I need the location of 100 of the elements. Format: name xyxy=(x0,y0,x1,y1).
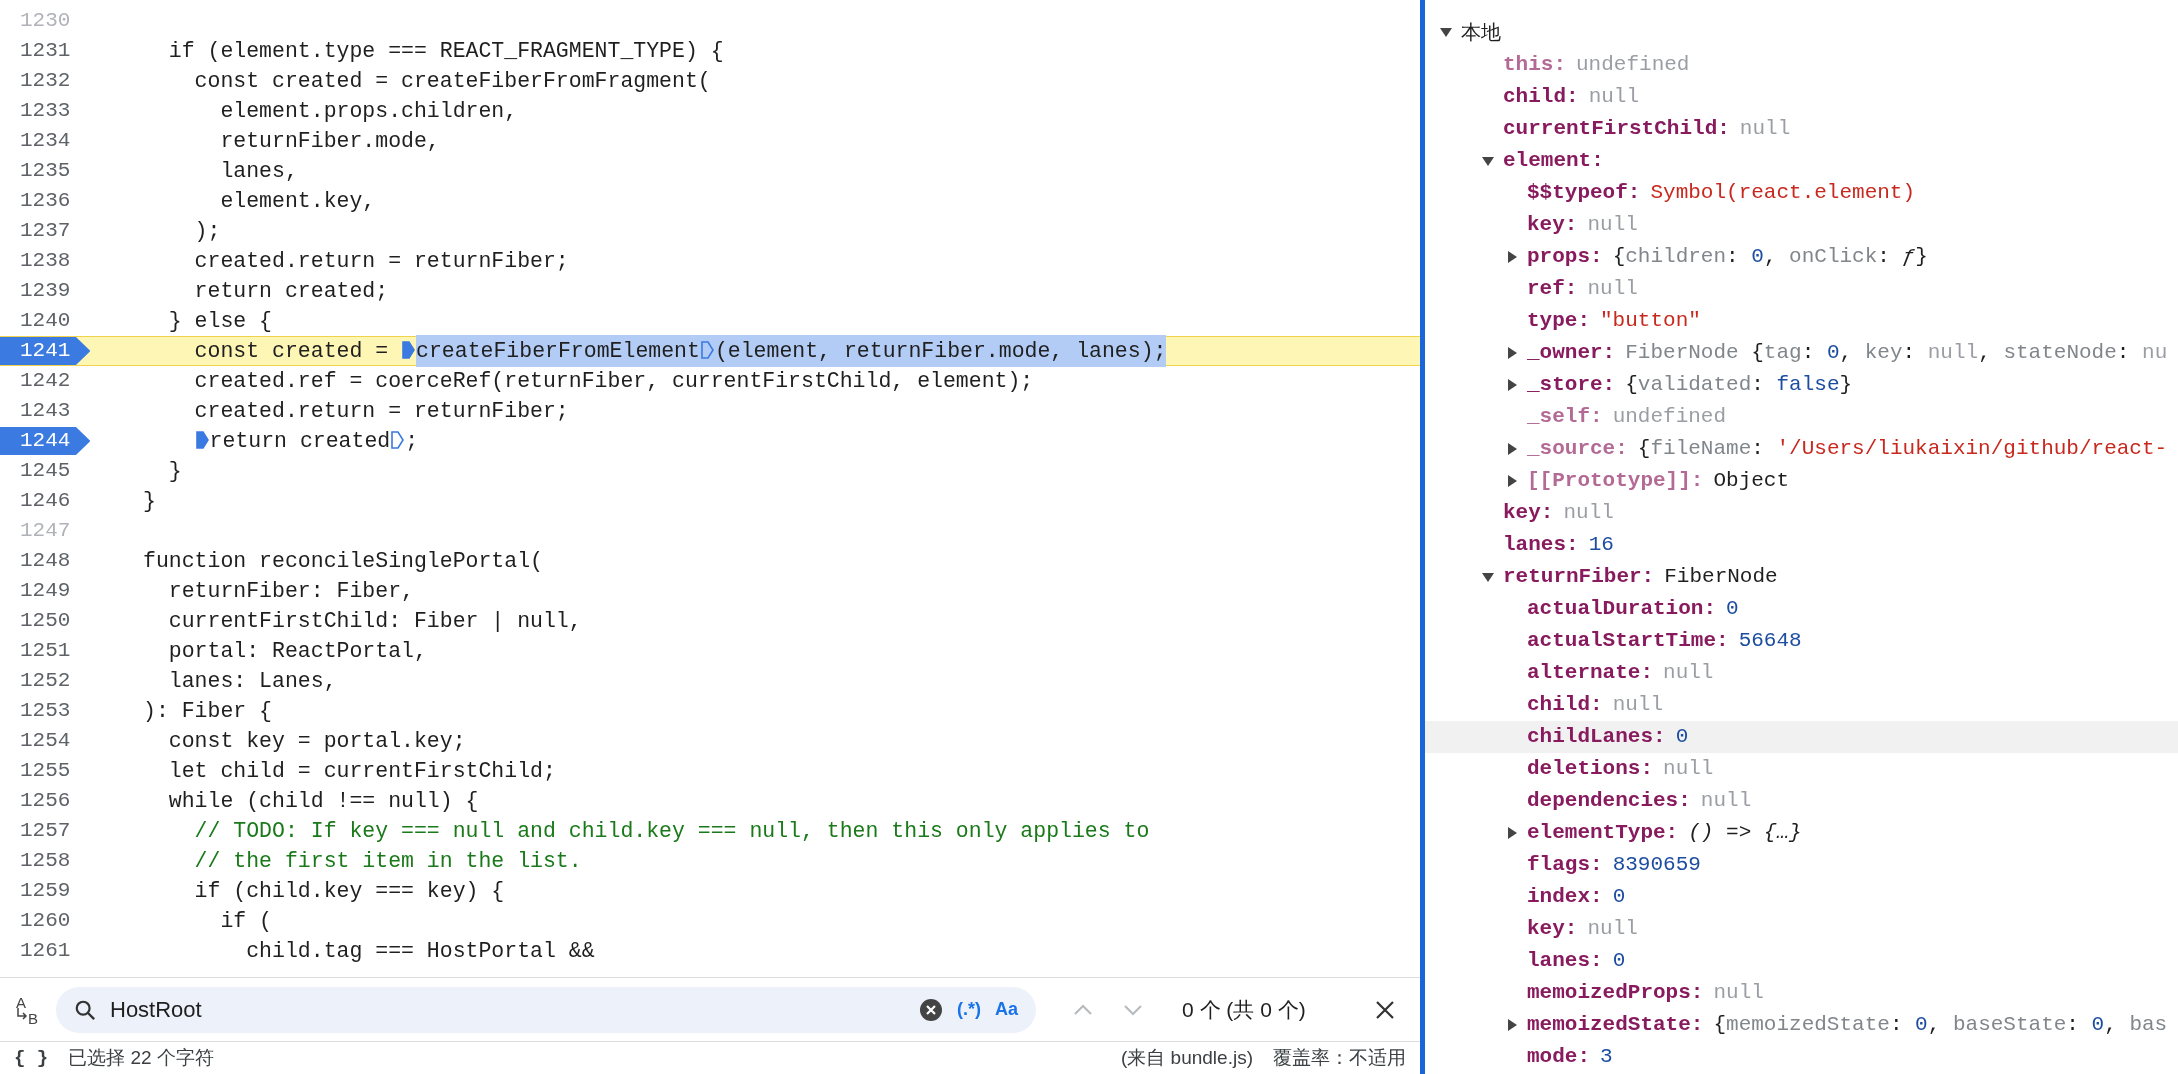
search-field[interactable]: HostRoot (.*) Aa xyxy=(56,986,1036,1033)
property-name: $$typeof: xyxy=(1527,180,1641,207)
scope-title[interactable]: 本地 xyxy=(1461,17,1501,47)
collapsed-triangle-icon[interactable] xyxy=(1505,826,1519,840)
property-name: element: xyxy=(1503,148,1604,175)
property-value: null xyxy=(1713,980,1764,1007)
collapsed-triangle-icon[interactable] xyxy=(1505,1018,1519,1032)
line-number: 1255 xyxy=(19,758,71,785)
line-number: 1254 xyxy=(19,728,71,755)
line-number: 1257 xyxy=(19,818,71,845)
line-number: 1248 xyxy=(19,548,71,575)
line-number: 1259 xyxy=(19,878,71,905)
property-name: key: xyxy=(1527,212,1578,239)
match-count: 0 个 (共 0 个) xyxy=(1182,996,1306,1023)
property-name: lanes: xyxy=(1527,948,1603,975)
clear-icon[interactable] xyxy=(919,997,943,1022)
selection-info: 已选择 22 个字符 xyxy=(68,1045,214,1070)
line-number: 1234 xyxy=(19,128,71,155)
breakpoint-line-number[interactable]: 1241 xyxy=(0,337,91,365)
property-name: _owner: xyxy=(1527,340,1616,367)
breakpoint-line-number[interactable]: 1244 xyxy=(0,427,91,455)
line-number: 1256 xyxy=(19,788,71,815)
property-value: 16 xyxy=(1588,532,1614,559)
expanded-triangle-icon[interactable] xyxy=(1481,570,1495,584)
property-name: deletions: xyxy=(1527,756,1654,783)
property-value: {children: 0, onClick: ƒ} xyxy=(1612,244,1928,271)
line-number: 1235 xyxy=(19,158,71,185)
property-value: Symbol(react.element) xyxy=(1650,180,1916,207)
property-name: type: xyxy=(1527,308,1590,335)
code-text: if (child.key === key) { xyxy=(193,877,505,905)
collapsed-triangle-icon[interactable] xyxy=(1505,346,1519,360)
property-name: _source: xyxy=(1527,436,1628,463)
code-text: createFiberFromElement xyxy=(416,334,700,368)
property-value: null xyxy=(1587,212,1638,239)
collapsed-triangle-icon[interactable] xyxy=(1505,250,1519,264)
code-text: } xyxy=(143,487,156,515)
line-number: 1238 xyxy=(19,248,71,275)
expanded-triangle-icon[interactable] xyxy=(1481,154,1495,168)
property-name: actualDuration: xyxy=(1527,596,1717,623)
property-name: props: xyxy=(1527,244,1603,271)
breakpoint-marker-icon[interactable] xyxy=(700,339,714,360)
property-value: null xyxy=(1663,660,1714,687)
property-name: child: xyxy=(1527,692,1603,719)
pretty-print-button[interactable]: { } xyxy=(14,1043,49,1073)
breakpoint-marker-icon[interactable] xyxy=(391,429,405,450)
property-value: null xyxy=(1700,788,1752,815)
property-name: this: xyxy=(1503,52,1566,79)
line-number: 1231 xyxy=(19,38,71,65)
line-number: 1239 xyxy=(19,278,71,305)
property-name: mode: xyxy=(1527,1044,1590,1071)
line-number: 1253 xyxy=(19,698,71,725)
code-text: created.return = returnFiber; xyxy=(193,247,569,275)
code-text: returnFiber.mode, xyxy=(219,127,440,155)
code-text: returnFiber: Fiber, xyxy=(167,577,414,605)
property-name: actualStartTime: xyxy=(1527,628,1729,655)
code-text: const created = xyxy=(193,337,390,365)
code-text: created.return = returnFiber; xyxy=(193,397,569,425)
property-name: dependencies: xyxy=(1527,788,1691,815)
code-text: return created xyxy=(209,427,391,455)
expanded-triangle-icon[interactable] xyxy=(1439,25,1453,39)
property-name: _store: xyxy=(1527,372,1616,399)
property-value: 0 xyxy=(1612,884,1626,911)
code-text: child.tag === HostPortal && xyxy=(245,937,595,965)
line-number: 1237 xyxy=(19,218,71,245)
match-case-toggle[interactable]: Aa xyxy=(995,996,1018,1023)
code-text: currentFirstChild: Fiber | null, xyxy=(167,607,582,635)
line-number: 1249 xyxy=(19,578,71,605)
breakpoint-marker-icon[interactable] xyxy=(195,429,209,450)
property-value: null xyxy=(1612,692,1664,719)
property-name: _self: xyxy=(1527,404,1603,431)
collapsed-triangle-icon[interactable] xyxy=(1505,474,1519,488)
property-name: key: xyxy=(1503,500,1554,527)
line-number: 1250 xyxy=(19,608,71,635)
property-value: 3 xyxy=(1600,1044,1613,1071)
property-name: returnFiber: xyxy=(1503,564,1655,591)
regex-toggle[interactable]: (.*) xyxy=(957,996,981,1023)
code-text: function reconcileSinglePortal( xyxy=(143,547,543,575)
property-name: key: xyxy=(1527,916,1578,943)
code-text: created.ref = coerceRef(returnFiber, currentFirstChild, element); xyxy=(193,367,1034,395)
code-text: if ( xyxy=(219,907,273,935)
property-name: elementType: xyxy=(1527,820,1679,847)
collapsed-triangle-icon[interactable] xyxy=(1505,442,1519,456)
property-value: Object xyxy=(1713,468,1790,495)
property-name: ref: xyxy=(1527,276,1578,303)
line-number: 1240 xyxy=(19,308,71,335)
property-name: lanes: xyxy=(1503,532,1579,559)
property-value: FiberNode xyxy=(1664,564,1778,591)
property-name: memoizedProps: xyxy=(1527,980,1704,1007)
code-text: const key = portal.key; xyxy=(167,727,466,755)
property-value: {fileName: '/Users/liukaixin/github/react- xyxy=(1637,436,2168,463)
line-number: 1251 xyxy=(19,638,71,665)
code-text: return created; xyxy=(193,277,389,305)
property-value: 56648 xyxy=(1738,628,1802,655)
line-number: 1258 xyxy=(19,848,71,875)
property-value: null xyxy=(1587,276,1638,303)
property-value: null xyxy=(1663,756,1714,783)
property-value: undefined xyxy=(1612,404,1727,431)
coverage-info: 覆盖率：不适用 xyxy=(1273,1045,1406,1070)
collapsed-triangle-icon[interactable] xyxy=(1505,378,1519,392)
close-icon[interactable] xyxy=(1374,998,1396,1021)
